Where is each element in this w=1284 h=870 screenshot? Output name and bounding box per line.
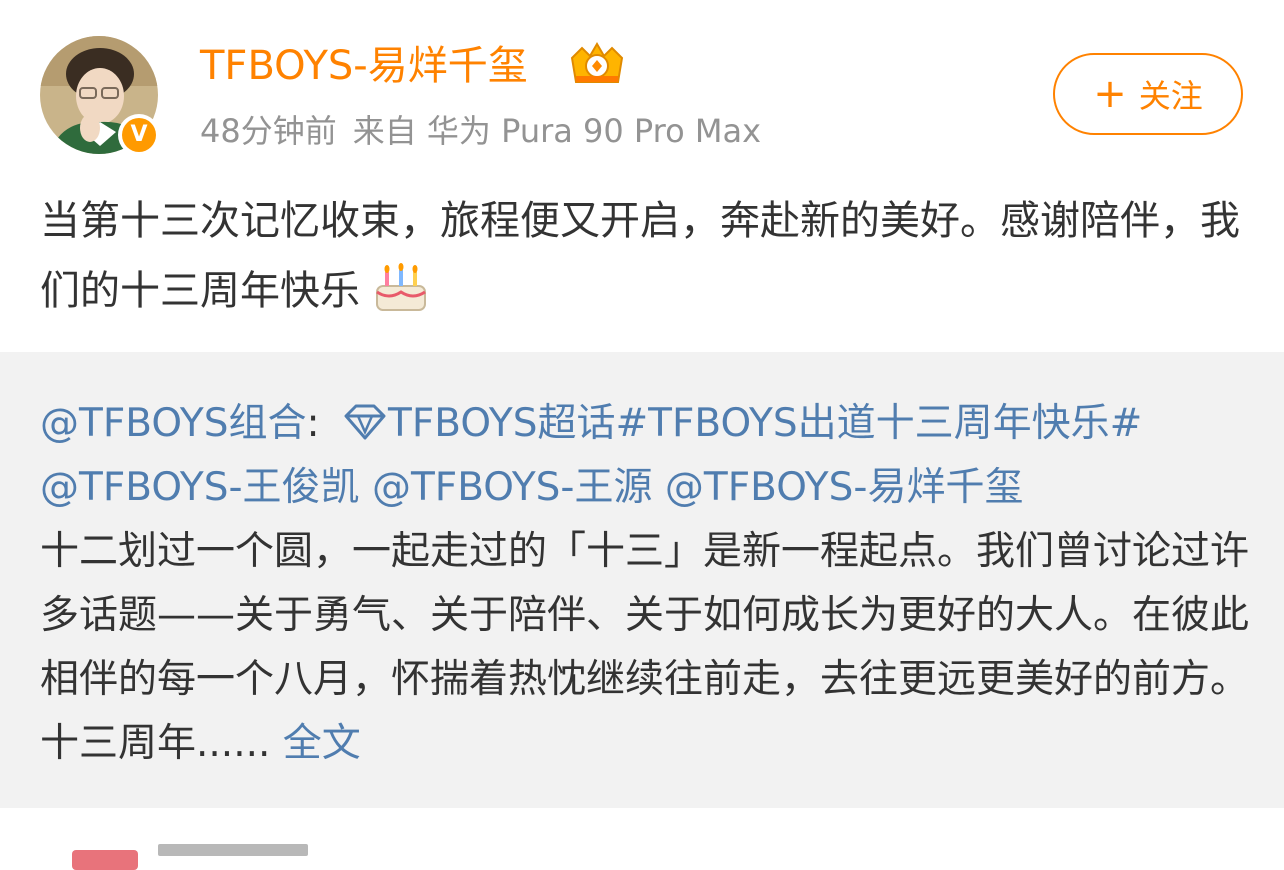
- repost-card[interactable]: @TFBOYS组合: TFBOYS超话#TFBOYS出道十三周年快乐# @TFB…: [0, 352, 1284, 808]
- post-text: 当第十三次记忆收束，旅程便又开启，奔赴新的美好。感谢陪伴，我们的十三周年快乐: [40, 198, 1240, 314]
- post-source: 来自 华为 Pura 90 Pro Max: [352, 112, 762, 150]
- supertopic-link[interactable]: TFBOYS超话: [388, 401, 615, 446]
- post-time: 48分钟前: [200, 112, 337, 150]
- mention-link[interactable]: @TFBOYS-王俊凯: [40, 465, 360, 510]
- repost-body: 十二划过一个圆，一起走过的「十三」是新一程起点。我们曾讨论过许多话题——关于勇气…: [40, 529, 1250, 766]
- verified-badge: V: [118, 114, 160, 156]
- author-name[interactable]: TFBOYS-易烊千玺: [200, 40, 528, 92]
- mention-link[interactable]: @TFBOYS-王源: [372, 465, 653, 510]
- follow-button[interactable]: + 关注: [1053, 53, 1243, 135]
- hashtag-link[interactable]: #TFBOYS出道十三周年快乐#: [615, 401, 1142, 446]
- supertopic-diamond-icon: [342, 398, 388, 440]
- plus-icon: +: [1093, 71, 1127, 117]
- attachment-thumbnail: [72, 850, 138, 870]
- attachment-title: [158, 844, 308, 856]
- cake-icon: [373, 260, 429, 314]
- follow-label: 关注: [1138, 77, 1203, 115]
- full-text-link[interactable]: 全文: [283, 721, 361, 766]
- repost-colon: :: [306, 401, 333, 446]
- repost-text: @TFBOYS组合: TFBOYS超话#TFBOYS出道十三周年快乐# @TFB…: [40, 392, 1250, 776]
- origin-user-link[interactable]: @TFBOYS组合: [40, 401, 306, 446]
- mention-link[interactable]: @TFBOYS-易烊千玺: [665, 465, 1024, 510]
- post-body: 当第十三次记忆收束，旅程便又开启，奔赴新的美好。感谢陪伴，我们的十三周年快乐: [40, 186, 1250, 326]
- crown-vip-icon[interactable]: [566, 40, 628, 88]
- verified-v-icon: V: [122, 118, 156, 152]
- attachment-card[interactable]: [40, 830, 474, 870]
- post-header: V TFBOYS-易烊千玺 48分钟前 来自 华为 Pura 90 Pro Max…: [0, 0, 1284, 180]
- post-meta: 48分钟前 来自 华为 Pura 90 Pro Max: [200, 110, 761, 152]
